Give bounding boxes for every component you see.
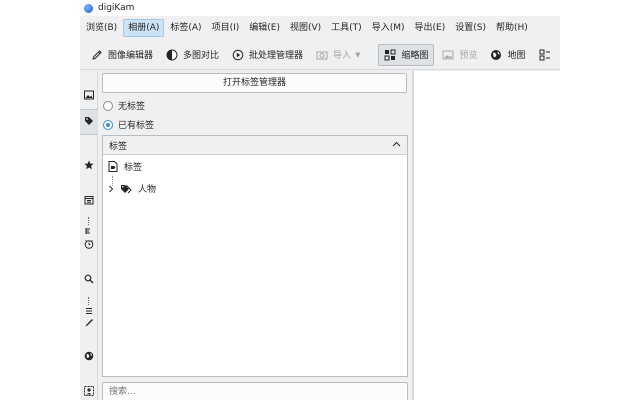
tab-timeline-ruler[interactable] [80,227,98,237]
people-tag-icon [120,184,132,194]
tab-search[interactable] [80,273,98,287]
face-icon [84,385,94,399]
tab-similarity[interactable] [80,318,98,330]
tree-header-label: 标签 [109,141,128,152]
batch-queue-label: 批处理管理器 [249,51,304,61]
menu-browse[interactable]: 浏览(B) [82,19,121,37]
new-tag-icon [108,161,118,172]
tab-timeline[interactable] [80,239,98,251]
import-label: 导入 [333,51,352,61]
grid-icon [384,49,396,61]
radio-has-tags[interactable]: 已有标签 [103,118,154,131]
tab-people[interactable] [80,385,98,399]
map-view-button[interactable]: 地图 [485,44,530,66]
tree-item-new-tag[interactable]: 标签 [108,160,142,173]
chevron-down-icon[interactable]: ▼ [355,51,360,59]
image-editor-button[interactable]: 图像编辑器 [86,44,158,66]
tag-search-input[interactable] [102,382,408,400]
tab-fuzzy-search[interactable] [80,307,98,317]
thumbnails-label: 缩略图 [401,51,429,61]
menu-bar: 浏览(B) 相册(A) 标签(A) 项目(I) 编辑(E) 视图(V) 工具(T… [80,17,560,39]
star-icon [84,160,94,173]
left-sidebar-tabs [80,71,98,400]
radio-no-tags-circle[interactable] [103,100,113,111]
album-image-icon [84,90,94,103]
tree-header[interactable]: 标签 [103,136,407,155]
title-bar: digiKam [80,0,560,16]
menu-settings[interactable]: 设置(S) [451,19,490,37]
radio-has-tags-label: 已有标签 [118,121,155,131]
camera-icon [316,49,328,61]
tree-item-label: 标签 [124,163,143,173]
tag-icon [84,116,94,129]
tab-map-search[interactable] [80,350,98,364]
menu-item[interactable]: 项目(I) [208,19,244,37]
clock-icon [84,239,94,252]
open-tag-manager-button[interactable]: 打开标签管理器 [102,73,407,93]
desktop-background-right [560,0,640,400]
import-button[interactable]: 导入 ▼ [311,44,367,66]
list-icon [84,307,94,318]
tab-tags[interactable] [80,109,98,135]
globe-icon [84,351,94,364]
menu-tools[interactable]: 工具(T) [327,19,366,37]
table-view-icon [539,49,551,61]
main-toolbar: 图像编辑器 多图对比 批处理管理器 导入 ▼ 缩略图 预览 地图 [80,40,560,70]
globe-icon [490,49,502,61]
tab-albums[interactable] [80,89,98,103]
menu-album[interactable]: 相册(A) [123,19,165,37]
tree-item-people[interactable]: 人物 [108,182,156,195]
tags-panel: 打开标签管理器 无标签 已有标签 标签 标签 人物 搜索... [99,71,412,400]
table-view-button[interactable] [534,44,561,66]
menu-edit[interactable]: 编辑(E) [245,19,284,37]
menu-export[interactable]: 导出(E) [411,19,450,37]
sidebar-grip [88,297,90,305]
light-table-icon [166,49,178,61]
search-icon [84,274,94,287]
chevron-up-icon[interactable] [392,140,401,150]
menu-import[interactable]: 导入(M) [368,19,409,37]
calendar-icon [84,195,94,208]
map-label: 地图 [507,51,526,61]
image-icon [442,49,454,61]
radio-has-tags-circle[interactable] [103,119,113,130]
chevron-right-icon[interactable] [108,185,114,193]
sidebar-grip [88,217,90,225]
brush-icon [84,318,94,331]
tag-tree[interactable]: 标签 标签 人物 [102,135,408,377]
window-title: digiKam [98,3,135,13]
tree-item-label: 人物 [138,185,157,195]
batch-queue-button[interactable]: 批处理管理器 [227,44,308,66]
digikam-app-icon [84,3,93,13]
image-editor-label: 图像编辑器 [108,51,154,61]
tab-dates[interactable] [80,194,98,208]
tab-labels[interactable] [80,159,98,173]
batch-queue-icon [232,49,244,61]
radio-no-tags-label: 无标签 [118,102,146,112]
menu-help[interactable]: 帮助(H) [492,19,532,37]
menu-view[interactable]: 视图(V) [286,19,325,37]
ruler-icon [84,227,94,238]
radio-no-tags[interactable]: 无标签 [103,99,145,112]
desktop-background-left [0,0,80,400]
preview-view-button[interactable]: 预览 [437,44,482,66]
light-table-label: 多图对比 [183,51,220,61]
preview-label: 预览 [459,51,478,61]
thumbnail-view-area[interactable] [414,71,560,400]
pencil-icon [91,49,103,61]
light-table-button[interactable]: 多图对比 [161,44,224,66]
thumbnails-view-button[interactable]: 缩略图 [378,43,435,66]
menu-tag[interactable]: 标签(A) [166,19,205,37]
